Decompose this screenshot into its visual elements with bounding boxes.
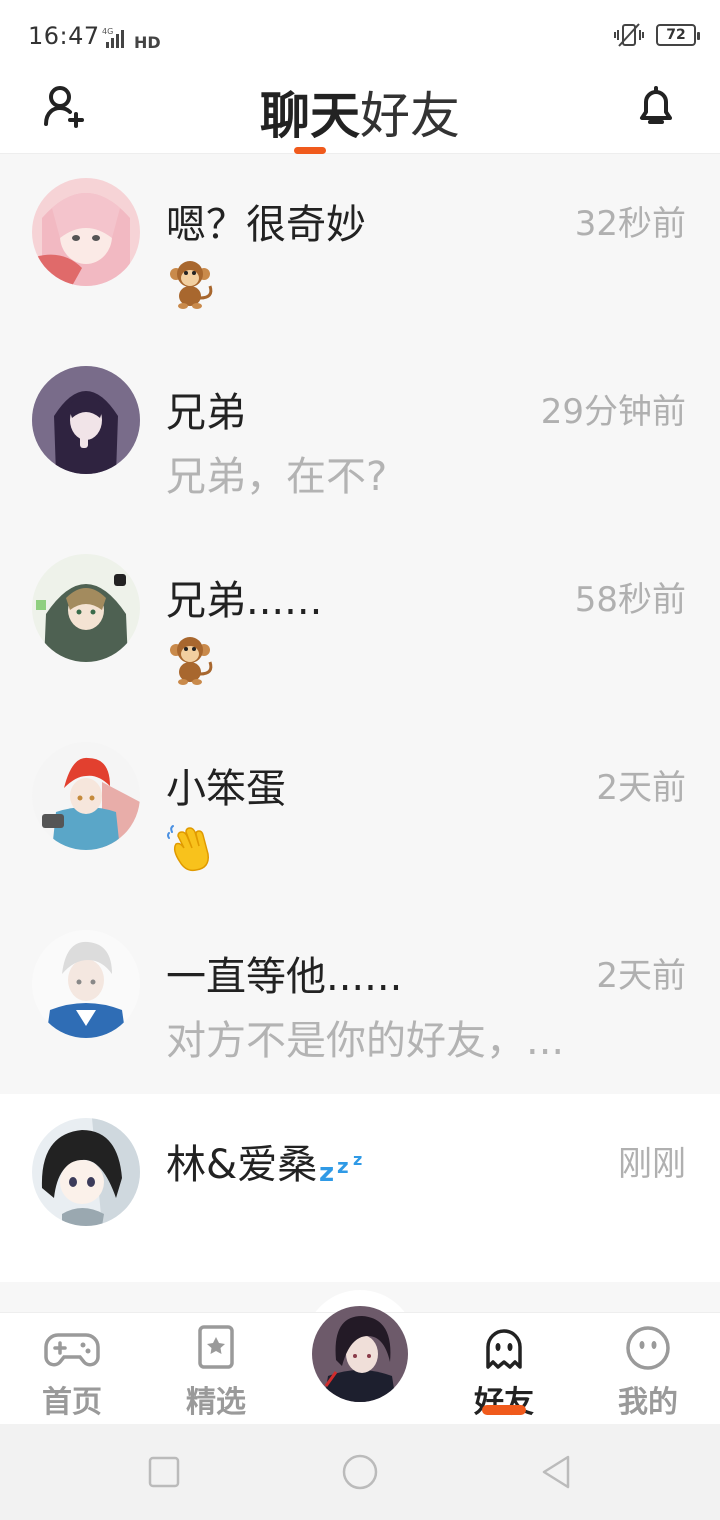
- avatar[interactable]: [32, 742, 140, 850]
- nav-home[interactable]: 首页: [12, 1323, 132, 1421]
- conversation-row[interactable]: 小笨蛋 2天前: [0, 718, 720, 906]
- contact-name: 兄弟: [166, 390, 246, 436]
- message-time: 2天前: [596, 956, 686, 996]
- battery-indicator: 72: [656, 24, 700, 46]
- status-time: 16:47: [28, 22, 100, 50]
- home-icon[interactable]: [340, 1452, 380, 1492]
- center-avatar-button[interactable]: [312, 1306, 408, 1402]
- system-nav-bar: [0, 1424, 720, 1520]
- avatar[interactable]: [32, 1118, 140, 1226]
- conversation-row[interactable]: 林&爱桑 z z z 刚刚: [0, 1094, 720, 1282]
- nav-me-label: 我的: [618, 1385, 678, 1420]
- waving-hand-icon: [167, 825, 209, 872]
- recent-apps-icon[interactable]: [144, 1452, 184, 1492]
- page-title: 聊天好友: [0, 76, 720, 148]
- nav-featured-label: 精选: [186, 1385, 246, 1420]
- avatar[interactable]: [32, 366, 140, 474]
- network-signal-icon: 4G HD: [102, 27, 160, 50]
- message-time: 58秒前: [574, 580, 686, 620]
- ghost-icon: [486, 1329, 522, 1369]
- message-preview: 对方不是你的好友，...: [166, 1018, 565, 1064]
- back-icon[interactable]: [536, 1452, 576, 1492]
- tab-chat[interactable]: 聊天: [260, 87, 360, 145]
- svg-text:z: z: [319, 1158, 334, 1187]
- smiley-icon: [626, 1326, 670, 1370]
- avatar[interactable]: [32, 930, 140, 1038]
- nav-featured[interactable]: 精选: [156, 1323, 276, 1421]
- svg-text:4G: 4G: [102, 27, 113, 36]
- message-time: 32秒前: [574, 204, 686, 244]
- contact-name: 嗯？很奇妙: [166, 202, 366, 248]
- message-time: 2天前: [596, 768, 686, 808]
- conversation-row[interactable]: 一直等他...... 2天前 对方不是你的好友，...: [0, 906, 720, 1094]
- sleeping-zzz-icon: z z z: [319, 1150, 362, 1187]
- message-preview: 兄弟，在不?: [166, 454, 388, 500]
- conversation-row[interactable]: 嗯？很奇妙 32秒前: [0, 154, 720, 342]
- conversation-row[interactable]: 兄弟...... 58秒前: [0, 530, 720, 718]
- contact-name: 林&爱桑 z z z: [166, 1132, 375, 1190]
- conversation-row[interactable]: 兄弟 29分钟前 兄弟，在不?: [0, 342, 720, 530]
- nav-home-label: 首页: [42, 1385, 102, 1420]
- svg-text:z: z: [353, 1150, 362, 1169]
- active-tab-indicator: [294, 147, 326, 154]
- avatar[interactable]: [32, 554, 140, 662]
- bookmark-star-icon: [198, 1325, 234, 1369]
- message-time: 29分钟前: [540, 392, 686, 432]
- contact-name: 兄弟......: [166, 578, 323, 624]
- status-bar: 16:47 4G HD 72: [0, 0, 720, 72]
- app-header: 聊天好友: [0, 72, 720, 154]
- monkey-icon: [170, 261, 213, 309]
- conversation-list: 嗯？很奇妙 32秒前 兄弟 29分钟前 兄弟，在不? 兄弟...... 58秒前…: [0, 154, 720, 1282]
- svg-text:z: z: [337, 1154, 349, 1178]
- vibrate-mute-icon: [614, 23, 644, 47]
- svg-text:HD: HD: [134, 33, 160, 50]
- avatar[interactable]: [32, 178, 140, 286]
- contact-name-text: 林&爱桑: [166, 1142, 318, 1188]
- contact-name: 一直等他......: [166, 954, 403, 1000]
- monkey-icon: [170, 637, 213, 685]
- message-time: 刚刚: [618, 1144, 686, 1184]
- gamepad-icon: [44, 1333, 100, 1367]
- contact-name: 小笨蛋: [166, 766, 286, 812]
- active-nav-underline: [482, 1405, 526, 1415]
- nav-me[interactable]: 我的: [588, 1323, 708, 1421]
- bell-icon[interactable]: [632, 82, 680, 130]
- tab-friends[interactable]: 好友: [360, 87, 460, 145]
